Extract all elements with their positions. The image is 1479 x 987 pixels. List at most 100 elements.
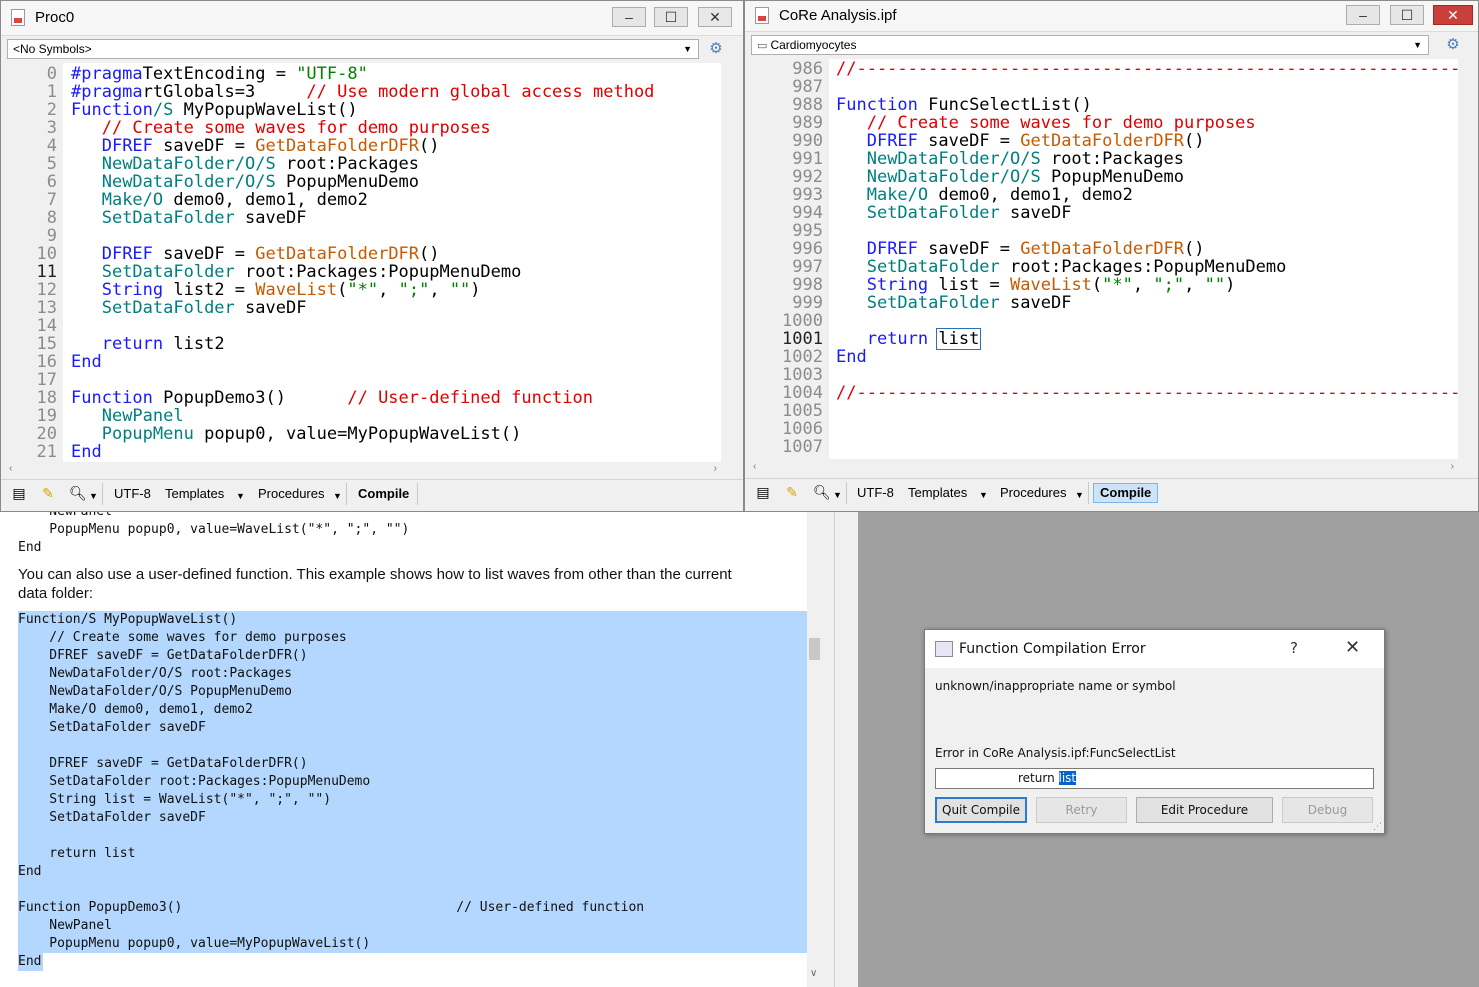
close-icon[interactable]: ✕ — [1345, 637, 1360, 658]
chevron-down-icon[interactable]: ▼ — [1075, 486, 1084, 504]
scrollbar-thumb[interactable] — [809, 638, 820, 660]
code-token: // User-defined function — [347, 388, 593, 408]
help-icon[interactable]: ? — [1290, 639, 1298, 657]
code-line: NewDataFolder/O/S root:Packages — [836, 150, 1184, 168]
symbols-value: Cardiomyocytes — [770, 38, 857, 52]
code-token: DFREF — [101, 244, 153, 264]
close-button[interactable]: ✕ — [1433, 5, 1473, 25]
encoding-button[interactable]: UTF-8 — [114, 485, 151, 503]
proc0-titlebar[interactable]: Proc0 – ☐ ✕ — [1, 1, 743, 36]
code-line: String list2 = WaveList("*", ";", "") — [71, 281, 481, 299]
code-token: popup0, value=MyPopupWaveList() — [193, 424, 522, 444]
magnifier-icon[interactable]: 🔍︎ — [813, 484, 831, 500]
code-token: // Create some waves for demo purposes — [101, 118, 491, 138]
gear-icon[interactable]: ⚙ — [705, 39, 727, 59]
code-token: SetDataFolder — [101, 298, 235, 318]
proc0-vertical-scrollbar[interactable] — [723, 63, 737, 462]
maximize-button[interactable]: ☐ — [654, 7, 688, 27]
symbols-dropdown[interactable]: ▭ Cardiomyocytes ▼ — [751, 35, 1429, 55]
close-button[interactable]: ✕ — [698, 7, 732, 27]
code-token: /S — [152, 100, 174, 120]
proc0-code-editor[interactable]: 0 1 2 3 4 5 6 7 8 9 10 11 12 13 14 15 16 17 18 19 20 21 #prag… — [7, 63, 721, 462]
quit-compile-button[interactable]: Quit Compile — [935, 797, 1027, 823]
minimize-button[interactable]: – — [612, 7, 646, 27]
chevron-down-icon[interactable]: ▼ — [979, 486, 988, 504]
edit-procedure-button[interactable]: Edit Procedure — [1136, 797, 1273, 823]
line-number: 0 — [46, 64, 57, 84]
help-code-line: End — [18, 540, 42, 555]
error-code-selection: list — [1058, 771, 1077, 785]
help-code-line: DFREF saveDF = GetDataFolderDFR() — [18, 756, 308, 771]
procedures-menu[interactable]: Procedures — [1000, 484, 1066, 502]
error-location: Error in CoRe Analysis.ipf:FuncSelectLis… — [935, 746, 1176, 760]
error-code-field[interactable]: return list — [935, 768, 1374, 789]
line-number: 995 — [792, 221, 823, 241]
procedure-file-icon — [755, 7, 769, 24]
core-vertical-scrollbar[interactable] — [1460, 59, 1474, 459]
code-token: SetDataFolder — [101, 208, 235, 228]
chevron-down-icon[interactable]: ▼ — [89, 487, 98, 505]
notes-icon[interactable]: ▤ — [755, 484, 771, 500]
code-token: demo0, demo1, demo2 — [928, 185, 1133, 205]
line-number: 13 — [36, 298, 57, 318]
debug-button[interactable]: Debug — [1282, 797, 1373, 823]
help-vertical-scrollbar[interactable]: ∨ — [807, 512, 822, 987]
symbols-dropdown[interactable]: <No Symbols> ▼ — [7, 39, 699, 59]
code-token: NewDataFolder/O/S — [866, 167, 1041, 187]
encoding-button[interactable]: UTF-8 — [857, 484, 894, 502]
notes-icon[interactable]: ▤ — [11, 485, 27, 501]
line-number: 19 — [36, 406, 57, 426]
pencil-icon[interactable]: ✎ — [40, 485, 56, 501]
code-token: Function — [836, 95, 918, 115]
code-token: // Use modern global access method — [306, 82, 655, 102]
code-token: String — [101, 280, 164, 300]
dialog-titlebar[interactable]: Function Compilation Error ? ✕ — [925, 630, 1384, 668]
code-line: NewDataFolder/O/S root:Packages — [71, 155, 419, 173]
templates-menu[interactable]: Templates — [165, 485, 224, 503]
line-number: 11 — [36, 262, 57, 282]
core-code-editor[interactable]: 986 987 988 989 990 991 992 993 994 995 996 997 998 9… — [751, 59, 1458, 459]
code-line: Function PopupDemo3() // User-defined fu… — [71, 389, 593, 407]
code-line: return list — [836, 328, 982, 350]
magnifier-icon[interactable]: 🔍︎ — [69, 485, 87, 501]
code-token: saveDF = — [917, 239, 1021, 259]
minimize-button[interactable]: – — [1346, 5, 1380, 25]
line-number: 4 — [46, 136, 57, 156]
chevron-down-icon[interactable]: ▼ — [833, 486, 842, 504]
retry-button[interactable]: Retry — [1036, 797, 1127, 823]
pencil-icon[interactable]: ✎ — [784, 484, 800, 500]
code-line: // Create some waves for demo purposes — [836, 114, 1256, 132]
proc0-horizontal-scrollbar[interactable]: ‹ › — [7, 463, 721, 477]
help-code-line: SetDataFolder saveDF — [18, 810, 206, 825]
chevron-down-icon[interactable]: ∨ — [810, 968, 817, 979]
code-token: //--------------------------------------… — [836, 59, 1458, 79]
code-token: NewDataFolder/O/S — [101, 172, 276, 192]
core-horizontal-scrollbar[interactable]: ‹ › — [751, 461, 1458, 475]
resize-grip-icon[interactable]: ⋰ — [1373, 822, 1382, 832]
help-text-pane[interactable]: NewPanel PopupMenu popup0, value=WaveLis… — [0, 512, 822, 987]
help-code-line: SetDataFolder root:Packages:PopupMenuDem… — [18, 774, 371, 789]
chevron-down-icon[interactable]: ▼ — [333, 487, 342, 505]
code-token: , — [1132, 275, 1154, 295]
core-titlebar[interactable]: CoRe Analysis.ipf – ☐ ✕ — [745, 1, 1478, 32]
code-token: root:Packages:PopupMenuDemo — [999, 257, 1287, 277]
gear-icon[interactable]: ⚙ — [1442, 35, 1464, 55]
compile-button[interactable]: Compile — [1093, 483, 1159, 503]
compile-button[interactable]: Compile — [352, 485, 415, 503]
help-code-line: String list = WaveList("*", ";", "") — [18, 792, 332, 807]
templates-menu[interactable]: Templates — [908, 484, 967, 502]
maximize-button[interactable]: ☐ — [1390, 5, 1424, 25]
line-number: 8 — [46, 208, 57, 228]
chevron-down-icon[interactable]: ▼ — [236, 487, 245, 505]
code-token: list = — [928, 275, 1011, 295]
line-number: 17 — [36, 370, 57, 390]
help-code-line: NewDataFolder/O/S PopupMenuDemo — [18, 684, 292, 699]
procedures-menu[interactable]: Procedures — [258, 485, 324, 503]
line-number: 2 — [46, 100, 57, 120]
